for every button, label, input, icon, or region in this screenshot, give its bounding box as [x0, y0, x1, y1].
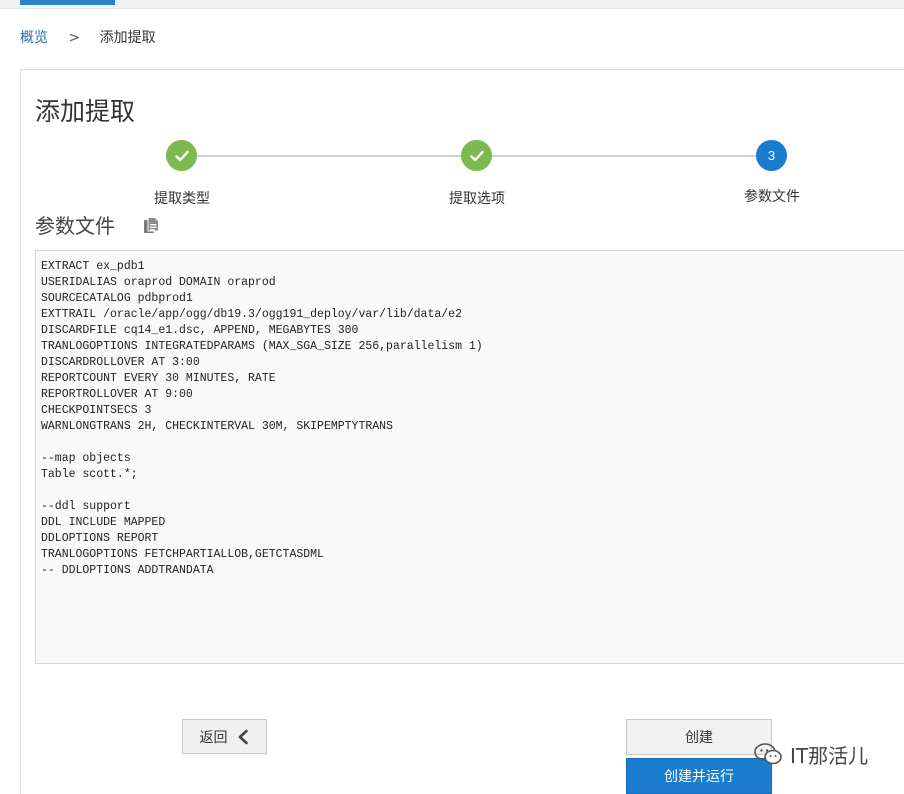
breadcrumb: 概览 > 添加提取 — [20, 28, 156, 48]
step-1-label: 提取类型 — [154, 191, 210, 207]
watermark: IT那活儿 — [754, 739, 868, 769]
create-button-label: 创建 — [685, 730, 713, 746]
chevron-left-icon — [238, 729, 248, 744]
back-button[interactable]: 返回 — [182, 719, 267, 754]
step-2-label: 提取选项 — [449, 191, 505, 207]
step-3-label: 参数文件 — [744, 189, 800, 205]
breadcrumb-separator: > — [68, 30, 81, 46]
breadcrumb-home-link[interactable]: 概览 — [20, 30, 48, 46]
parameter-file-editor[interactable]: EXTRACT ex_pdb1 USERIDALIAS oraprod DOMA… — [35, 250, 904, 664]
active-nav-tab-indicator[interactable] — [20, 0, 115, 5]
create-and-run-button-label: 创建并运行 — [664, 769, 734, 785]
step-1-complete-icon — [166, 140, 197, 171]
step-2-complete-icon — [461, 140, 492, 171]
watermark-text: IT那活儿 — [790, 743, 869, 768]
create-and-run-button[interactable]: 创建并运行 — [626, 758, 772, 794]
create-button[interactable]: 创建 — [626, 719, 772, 755]
wechat-icon — [754, 743, 782, 765]
section-title: 参数文件 — [35, 214, 115, 238]
step-3-number: 3 — [756, 140, 787, 171]
checkmark-icon — [174, 150, 189, 161]
breadcrumb-current: 添加提取 — [99, 30, 156, 46]
checkmark-icon — [469, 150, 484, 161]
top-navigation-bar — [0, 0, 904, 9]
page-title: 添加提取 — [35, 97, 136, 126]
parameter-file-text[interactable]: EXTRACT ex_pdb1 USERIDALIAS oraprod DOMA… — [41, 259, 904, 579]
copy-document-icon[interactable] — [143, 217, 159, 235]
back-button-label: 返回 — [199, 729, 228, 746]
